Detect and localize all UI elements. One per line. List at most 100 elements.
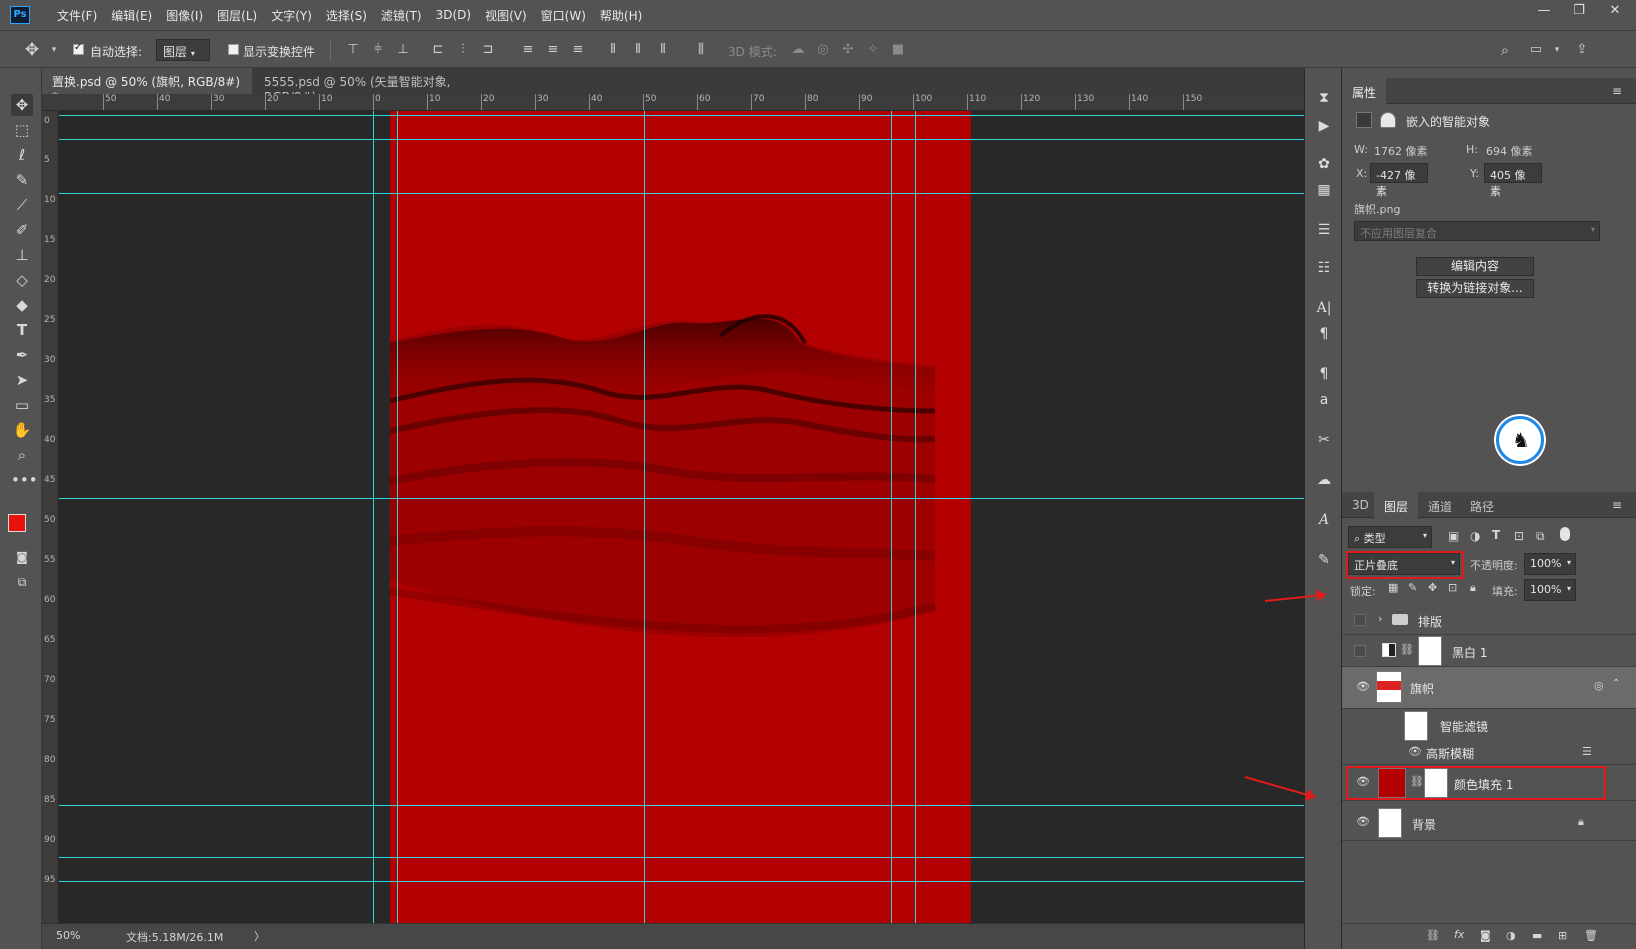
paragraph-styles-icon[interactable]: ¶ — [1314, 364, 1334, 384]
3d-slide-icon[interactable]: ✧ — [865, 41, 881, 59]
tab-document-1[interactable]: 置换.psd @ 50% (旗帜, RGB/8#) *× — [42, 68, 252, 104]
lock-position-icon[interactable]: ✥ — [1428, 581, 1437, 594]
tab-channels[interactable]: 通道 — [1418, 492, 1462, 518]
panel-menu-icon[interactable]: ≡ — [1612, 84, 1622, 98]
align-right-icon[interactable]: ⊐ — [480, 41, 496, 59]
eye-icon[interactable]: 👁︎ — [1408, 745, 1422, 758]
zoom-tool-icon[interactable]: ⌕ — [11, 444, 33, 466]
eye-icon[interactable]: 👁︎ — [1356, 816, 1370, 827]
filter-smart-icon[interactable]: ⧉ — [1536, 529, 1545, 544]
convert-to-linked-button[interactable]: 转换为链接对象... — [1416, 279, 1534, 298]
fx-icon[interactable]: fx — [1454, 928, 1464, 941]
align-hcenter-icon[interactable]: ⫶ — [455, 41, 471, 59]
new-layer-icon[interactable]: ⊞ — [1558, 929, 1567, 942]
layer-row-flag[interactable]: 👁︎ 旗帜 ◎ ⌃ — [1342, 667, 1636, 709]
tab-properties[interactable]: 属性 — [1342, 78, 1387, 104]
color-palette-icon[interactable]: ✿ — [1314, 154, 1334, 174]
move-tool-icon[interactable]: ✥ — [24, 41, 40, 59]
layer-thumbnail[interactable] — [1378, 808, 1402, 838]
marquee-tool-icon[interactable]: ⬚ — [11, 119, 33, 141]
paint-bucket-tool-icon[interactable]: ◆ — [11, 294, 33, 316]
tab-layers[interactable]: 图层 — [1374, 492, 1419, 518]
stamp-tool-icon[interactable]: ⊥ — [11, 244, 33, 266]
3d-drag-icon[interactable]: ✣ — [840, 41, 856, 59]
chevron-right-icon[interactable]: › — [1378, 612, 1382, 625]
character-styles-icon[interactable]: a — [1314, 390, 1334, 410]
fill-field[interactable]: 100% ▾ — [1524, 579, 1576, 601]
layer-row-background[interactable]: 👁︎ 背景 🔒︎ — [1342, 805, 1636, 841]
3d-roll-icon[interactable]: ◎ — [815, 41, 831, 59]
menu-layer[interactable]: 图层(L) — [210, 7, 264, 24]
chevron-up-icon[interactable]: ⌃ — [1612, 678, 1620, 689]
edit-contents-button[interactable]: 编辑内容 — [1416, 257, 1534, 276]
layer-row-smart-filters[interactable]: 智能滤镜 — [1342, 709, 1636, 741]
glyphs-icon[interactable]: A — [1314, 510, 1334, 530]
height-value[interactable]: 694 像素 — [1486, 143, 1533, 159]
foreground-color-swatch[interactable] — [8, 514, 26, 532]
align-top-icon[interactable]: ⊤ — [345, 41, 361, 59]
chevron-down-icon[interactable]: ▾ — [1549, 41, 1565, 59]
align-bottom-icon[interactable]: ⊥ — [395, 41, 411, 59]
filter-type-icon[interactable]: T — [1492, 528, 1500, 542]
history-icon[interactable]: ⧗ — [1314, 88, 1334, 108]
layer-mask-icon[interactable] — [1380, 112, 1396, 128]
3d-orbit-icon[interactable]: ☁ — [790, 41, 806, 59]
lasso-tool-icon[interactable]: ℓ — [11, 144, 33, 166]
chevron-down-icon[interactable]: ▾ — [46, 41, 62, 59]
filter-shape-icon[interactable]: ⊡ — [1514, 529, 1524, 543]
filter-pixel-icon[interactable]: ▣ — [1448, 529, 1459, 543]
rectangle-tool-icon[interactable]: ▭ — [11, 394, 33, 416]
layer-row-group[interactable]: › 排版 — [1342, 605, 1636, 635]
lock-all-icon[interactable]: 🔒︎ — [1470, 581, 1476, 595]
link-layers-icon[interactable]: ⛓ — [1426, 929, 1440, 942]
menu-3d[interactable]: 3D(D) — [429, 8, 478, 22]
filter-adjustment-icon[interactable]: ◑ — [1470, 529, 1480, 543]
opacity-field[interactable]: 100% ▾ — [1524, 553, 1576, 575]
distribute-vcenter-icon[interactable]: ≡ — [545, 41, 561, 59]
lock-pixels-icon[interactable]: ✎ — [1408, 581, 1417, 594]
quick-select-tool-icon[interactable]: ✎ — [11, 169, 33, 191]
visibility-toggle[interactable] — [1354, 614, 1366, 626]
brush-settings-icon[interactable]: ✎ — [1314, 550, 1334, 570]
new-adjustment-icon[interactable]: ◑ — [1506, 929, 1516, 942]
creative-cloud-icon[interactable]: ☁ — [1314, 470, 1334, 490]
width-value[interactable]: 1762 像素 — [1374, 143, 1428, 159]
distribute-right-icon[interactable]: ⦀ — [655, 41, 671, 59]
libraries-icon[interactable]: ☷ — [1314, 258, 1334, 278]
paragraph-icon[interactable]: ¶ — [1314, 324, 1334, 344]
layer-thumbnail[interactable] — [1376, 671, 1402, 703]
minimize-button[interactable]: — — [1527, 0, 1561, 24]
distribute-hcenter-icon[interactable]: ⦀ — [630, 41, 646, 59]
lock-artboard-icon[interactable]: ⊡ — [1448, 581, 1457, 594]
layer-comp-select[interactable]: 不应用图层复合 ▾ — [1354, 221, 1600, 241]
distribute-top-icon[interactable]: ≡ — [520, 41, 536, 59]
distribute-bottom-icon[interactable]: ≡ — [570, 41, 586, 59]
more-tools-icon[interactable]: ••• — [11, 469, 38, 491]
move-tool-icon[interactable]: ✥ — [11, 94, 33, 116]
maximize-button[interactable]: ❐ — [1562, 0, 1596, 24]
trash-icon[interactable]: 🗑︎ — [1584, 929, 1598, 942]
menu-edit[interactable]: 编辑(E) — [104, 7, 159, 24]
layer-row-gaussian-blur[interactable]: 👁︎ 高斯模糊 ☰ — [1342, 741, 1636, 765]
quick-mask-icon[interactable]: ◙ — [11, 546, 33, 568]
canvas-area[interactable] — [59, 111, 1304, 923]
share-icon[interactable]: ⇪ — [1574, 41, 1590, 59]
tab-document-2[interactable]: 5555.psd @ 50% (矢量智能对象, RGB/8#)× — [254, 68, 504, 104]
zoom-level[interactable]: 50% — [56, 929, 80, 942]
eyedropper-tool-icon[interactable]: ⟋ — [11, 194, 33, 216]
distribute-left-icon[interactable]: ⦀ — [605, 41, 621, 59]
brush-tool-icon[interactable]: ✐ — [11, 219, 33, 241]
menu-help[interactable]: 帮助(H) — [593, 7, 649, 24]
workspace-icon[interactable]: ▭ — [1528, 41, 1544, 59]
x-field[interactable]: -427 像素 — [1370, 163, 1428, 198]
path-select-tool-icon[interactable]: ➤ — [11, 369, 33, 391]
align-left-icon[interactable]: ⊏ — [430, 41, 446, 59]
align-vcenter-icon[interactable]: ⫩ — [370, 41, 386, 59]
eraser-tool-icon[interactable]: ◇ — [11, 269, 33, 291]
menu-filter[interactable]: 滤镜(T) — [374, 7, 429, 24]
3d-camera-icon[interactable]: ■ — [890, 41, 906, 59]
character-icon[interactable]: A| — [1314, 298, 1334, 318]
layer-mask-thumbnail[interactable] — [1418, 636, 1442, 666]
chevron-right-icon[interactable]: 〉 — [254, 928, 265, 944]
layer-row-black-white[interactable]: ⛓ 黑白 1 — [1342, 635, 1636, 667]
